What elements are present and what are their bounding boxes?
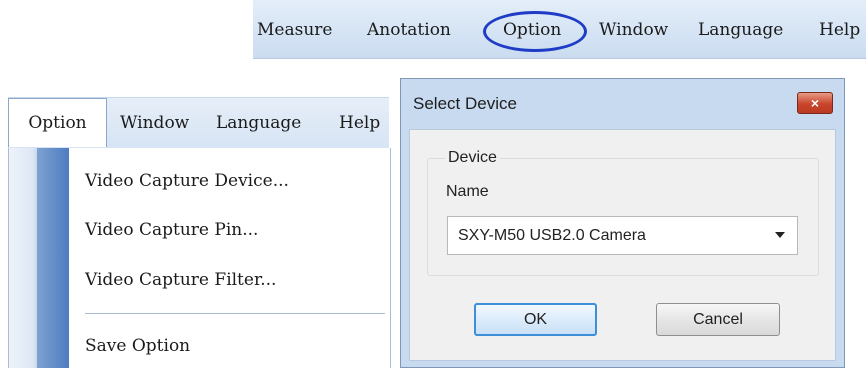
menu-gutter-shade	[37, 148, 69, 368]
menu-anotation[interactable]: Anotation	[367, 20, 451, 40]
close-button[interactable]: ×	[797, 92, 833, 114]
menu-window[interactable]: Window	[599, 20, 668, 40]
name-label: Name	[446, 183, 489, 200]
dialog-body: Device Name SXY-M50 USB2.0 Camera OK Can…	[409, 129, 836, 361]
menu-help[interactable]: Help	[819, 20, 860, 40]
menu-item-video-capture-device[interactable]: Video Capture Device...	[85, 171, 289, 191]
menu-separator	[85, 313, 385, 314]
chevron-down-icon[interactable]	[775, 232, 785, 238]
menu-measure[interactable]: Measure	[257, 20, 332, 40]
menu-option-active[interactable]: Option	[8, 98, 107, 147]
option-dropdown-menu: Video Capture Device... Video Capture Pi…	[8, 148, 391, 368]
select-device-dialog: Select Device × Device Name SXY-M50 USB2…	[400, 78, 845, 368]
option-menu-bar: Option Window Language Help	[8, 97, 389, 149]
dialog-title: Select Device	[413, 94, 517, 113]
device-select-value: SXY-M50 USB2.0 Camera	[458, 227, 646, 244]
ok-button[interactable]: OK	[474, 303, 597, 336]
menu-item-video-capture-filter[interactable]: Video Capture Filter...	[85, 270, 276, 290]
cancel-button[interactable]: Cancel	[656, 303, 780, 336]
menu-item-save-option[interactable]: Save Option	[85, 336, 190, 356]
group-label-device: Device	[445, 149, 500, 167]
device-select[interactable]: SXY-M50 USB2.0 Camera	[447, 216, 798, 255]
menu-item-video-capture-pin[interactable]: Video Capture Pin...	[85, 220, 258, 240]
highlight-ellipse	[483, 11, 587, 52]
menu-language[interactable]: Language	[216, 113, 301, 133]
menu-window[interactable]: Window	[120, 113, 189, 133]
menu-language[interactable]: Language	[698, 20, 783, 40]
menu-help[interactable]: Help	[339, 113, 380, 133]
close-icon: ×	[810, 95, 820, 111]
